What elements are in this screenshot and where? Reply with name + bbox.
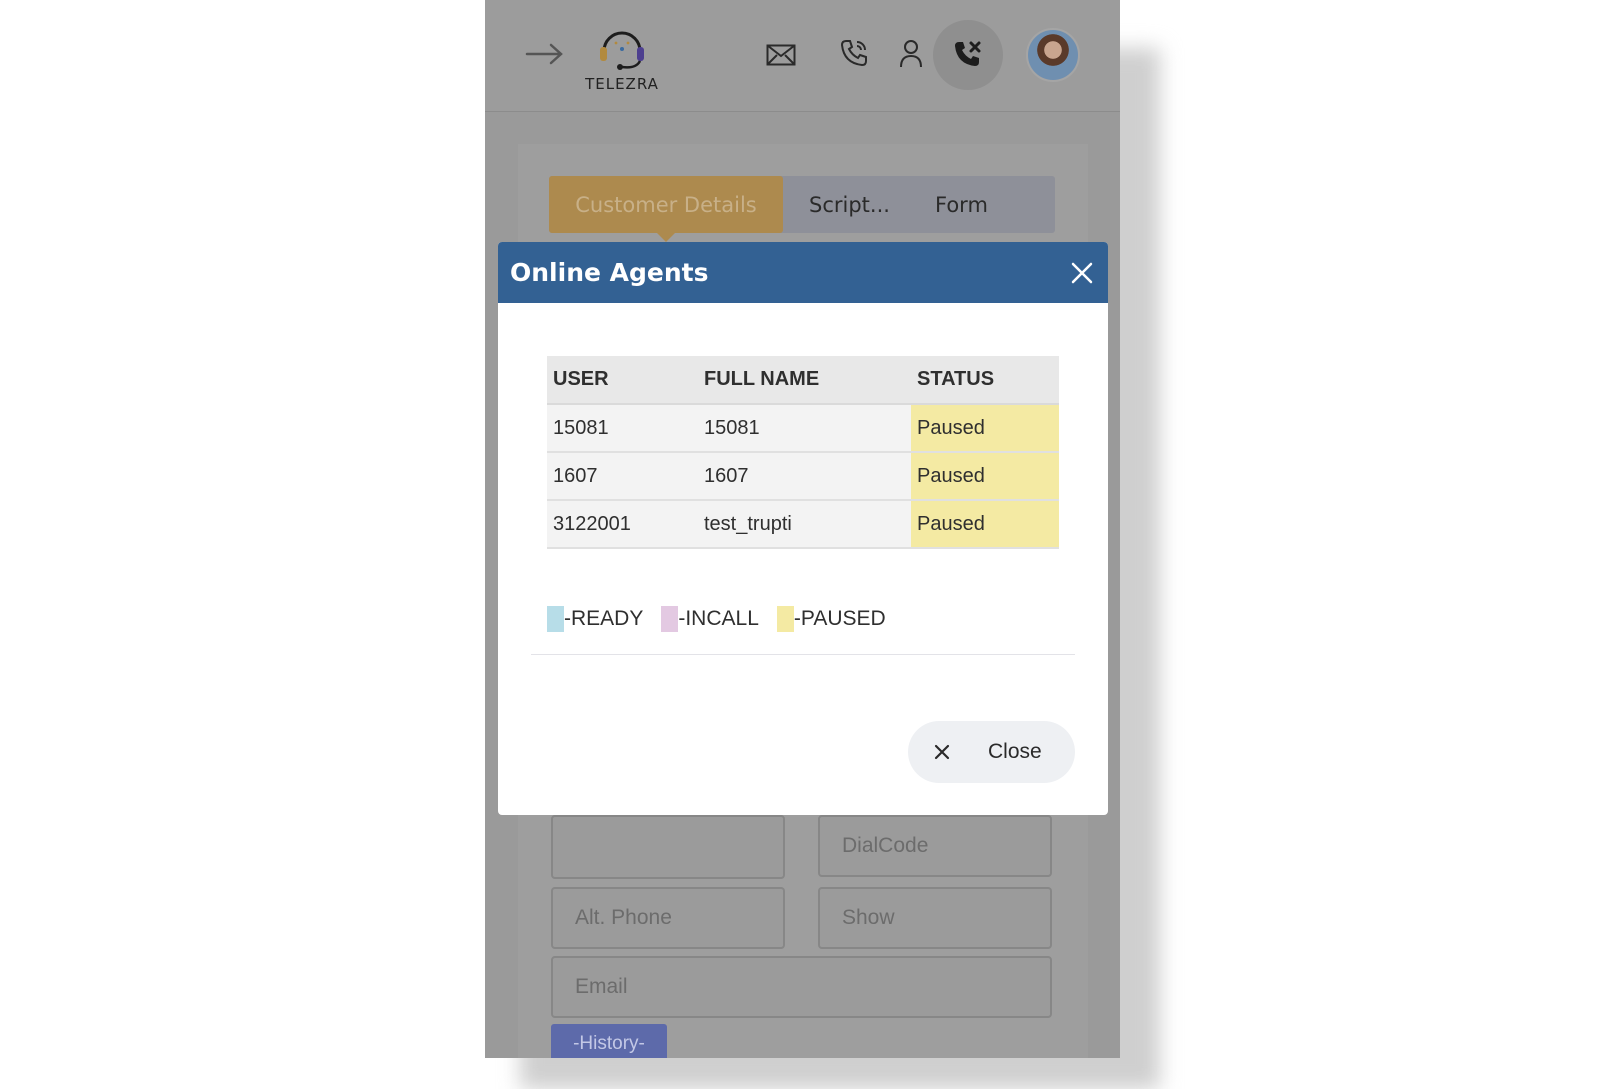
legend-swatch-incall	[661, 606, 679, 632]
history-button[interactable]: -History-	[551, 1024, 667, 1058]
legend-item-incall: -INCALL	[661, 606, 759, 632]
cell-status: Paused	[911, 452, 1059, 501]
arrow-right-icon[interactable]	[525, 36, 565, 72]
close-icon	[912, 744, 972, 760]
table-header-row: USER FULL NAME STATUS	[547, 356, 1059, 405]
online-agents-dialog: Online Agents USER FULL NAME STATUS 1508…	[498, 242, 1108, 815]
legend-item-ready: -READY	[547, 606, 643, 632]
agents-table: USER FULL NAME STATUS 15081 15081 Paused…	[547, 356, 1059, 549]
table-row: 15081 15081 Paused	[547, 404, 1059, 453]
mail-icon[interactable]	[763, 40, 799, 70]
email-placeholder: Email	[575, 975, 628, 998]
close-icon[interactable]	[1066, 257, 1098, 289]
end-call-button[interactable]	[933, 20, 1003, 90]
tab-script[interactable]: Script...	[809, 176, 890, 233]
dialcode-placeholder: DialCode	[842, 834, 929, 857]
phone-field[interactable]	[551, 815, 785, 879]
screen: TELEZRA Customer Details Script... Form …	[0, 0, 1600, 1089]
dialog-divider	[531, 654, 1075, 655]
app-header: TELEZRA	[485, 0, 1120, 112]
column-header-status: STATUS	[911, 356, 1059, 405]
logo-text: TELEZRA	[585, 75, 659, 93]
show-placeholder: Show	[842, 906, 895, 929]
close-button-label: Close	[988, 740, 1042, 763]
table-row: 1607 1607 Paused	[547, 452, 1059, 501]
cell-full-name: 15081	[698, 404, 911, 453]
column-header-user: USER	[547, 356, 698, 405]
alt-phone-field[interactable]: Alt. Phone	[551, 887, 785, 949]
legend-swatch-ready	[547, 606, 564, 632]
dialcode-field[interactable]: DialCode	[818, 815, 1052, 877]
legend-label-ready: -READY	[564, 607, 644, 630]
legend-swatch-paused	[776, 606, 794, 632]
legend-label-incall: -INCALL	[678, 607, 759, 630]
headset-logo-icon	[600, 31, 644, 70]
dialog-header: Online Agents	[498, 242, 1108, 303]
status-legend: -READY -INCALL -PAUSED	[547, 606, 904, 632]
cell-full-name: test_trupti	[698, 500, 911, 549]
avatar[interactable]	[1026, 28, 1080, 82]
cell-user: 15081	[547, 404, 698, 453]
cell-user: 1607	[547, 452, 698, 501]
tab-form[interactable]: Form	[935, 176, 988, 233]
column-header-full-name: FULL NAME	[698, 356, 911, 405]
alt-phone-placeholder: Alt. Phone	[575, 906, 672, 929]
legend-item-paused: -PAUSED	[776, 606, 886, 632]
close-button[interactable]: Close	[908, 721, 1075, 783]
email-field[interactable]: Email	[551, 956, 1052, 1018]
user-icon[interactable]	[895, 36, 927, 70]
telezra-logo: TELEZRA	[581, 20, 663, 96]
cell-user: 3122001	[547, 500, 698, 549]
phone-x-icon	[955, 41, 981, 66]
cell-status: Paused	[911, 500, 1059, 549]
tab-customer-details[interactable]: Customer Details	[549, 176, 783, 242]
legend-label-paused: -PAUSED	[793, 607, 886, 630]
dialog-title: Online Agents	[510, 258, 709, 287]
phone-callback-icon[interactable]	[837, 36, 871, 70]
table-row: 3122001 test_trupti Paused	[547, 500, 1059, 549]
cell-full-name: 1607	[698, 452, 911, 501]
cell-status: Paused	[911, 404, 1059, 453]
show-field[interactable]: Show	[818, 887, 1052, 949]
